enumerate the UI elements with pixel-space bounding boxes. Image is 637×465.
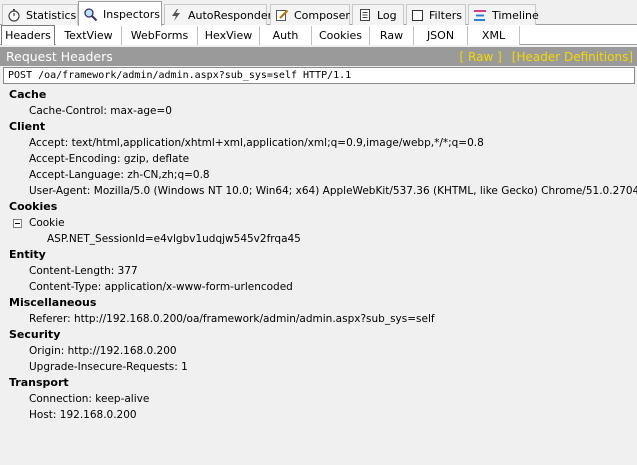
subtab-xml[interactable]: XML — [468, 26, 520, 45]
header-item[interactable]: Cache-Control: max-age=0 — [29, 103, 172, 119]
stopwatch-icon — [7, 8, 21, 23]
subtab-auth[interactable]: Auth — [260, 26, 312, 45]
headers-tree: Cache Cache-Control: max-age=0 Client Ac… — [0, 85, 637, 465]
raw-link[interactable]: [ Raw ] — [460, 50, 502, 64]
tab-filters-label: Filters — [429, 8, 462, 22]
lightning-icon — [169, 8, 183, 23]
timeline-bars-icon — [473, 8, 487, 23]
header-item[interactable]: Accept-Encoding: gzip, deflate — [29, 151, 189, 167]
compose-pencil-icon — [275, 8, 289, 23]
tab-autoresponder[interactable]: AutoResponder — [164, 4, 272, 25]
tab-statistics-label: Statistics — [26, 8, 77, 22]
header-item[interactable]: User-Agent: Mozilla/5.0 (Windows NT 10.0… — [29, 183, 637, 199]
header-definitions-link[interactable]: [Header Definitions] — [512, 50, 633, 64]
tab-inspectors[interactable]: Inspectors — [78, 1, 162, 26]
tab-inspectors-label: Inspectors — [103, 7, 161, 21]
checkbox-icon — [411, 8, 424, 23]
subtab-textview[interactable]: TextView — [56, 26, 122, 45]
cookie-node[interactable]: Cookie — [29, 215, 65, 231]
inspector-tab-strip: Statistics Inspectors AutoResponder Comp… — [0, 0, 637, 26]
group-entity[interactable]: Entity — [9, 247, 46, 263]
header-item[interactable]: Content-Type: application/x-www-form-url… — [29, 279, 293, 295]
tab-composer[interactable]: Composer — [270, 4, 350, 25]
tab-log-label: Log — [377, 8, 397, 22]
header-item[interactable]: Connection: keep-alive — [29, 391, 149, 407]
group-cache[interactable]: Cache — [9, 87, 46, 103]
group-cookies[interactable]: Cookies — [9, 199, 57, 215]
tab-autoresponder-label: AutoResponder — [188, 8, 273, 22]
header-item[interactable]: Origin: http://192.168.0.200 — [29, 343, 177, 359]
request-headers-bar: Request Headers [ Raw ] [Header Definiti… — [0, 47, 637, 66]
subtab-headers[interactable]: Headers — [1, 25, 55, 45]
subtab-json[interactable]: JSON — [414, 26, 468, 45]
header-item[interactable]: Accept-Language: zh-CN,zh;q=0.8 — [29, 167, 210, 183]
header-item[interactable]: Upgrade-Insecure-Requests: 1 — [29, 359, 188, 375]
group-client[interactable]: Client — [9, 119, 45, 135]
group-transport[interactable]: Transport — [9, 375, 69, 391]
subtab-raw[interactable]: Raw — [370, 26, 414, 45]
tab-statistics[interactable]: Statistics — [2, 4, 78, 25]
request-headers-title: Request Headers — [6, 49, 113, 64]
tab-timeline-label: Timeline — [492, 8, 539, 22]
tab-timeline[interactable]: Timeline — [468, 4, 539, 25]
group-security[interactable]: Security — [9, 327, 60, 343]
subtab-webforms[interactable]: WebForms — [122, 26, 198, 45]
inspector-subtab-strip: Headers TextView WebForms HexView Auth C… — [0, 25, 637, 45]
subtab-hexview[interactable]: HexView — [198, 26, 260, 45]
subtab-cookies[interactable]: Cookies — [312, 26, 370, 45]
header-item[interactable]: Host: 192.168.0.200 — [29, 407, 137, 423]
tab-filters[interactable]: Filters — [406, 4, 466, 25]
collapse-toggle-icon[interactable] — [13, 219, 22, 228]
header-item[interactable]: Referer: http://192.168.0.200/oa/framewo… — [29, 311, 435, 327]
magnifier-icon — [83, 7, 98, 22]
tab-log[interactable]: Log — [352, 4, 404, 25]
cookie-value[interactable]: ASP.NET_SessionId=e4vlgbv1udqjw545v2frqa… — [47, 231, 301, 247]
tab-composer-label: Composer — [294, 8, 350, 22]
header-item[interactable]: Accept: text/html,application/xhtml+xml,… — [29, 135, 484, 151]
group-miscellaneous[interactable]: Miscellaneous — [9, 295, 96, 311]
log-document-icon — [357, 8, 372, 23]
request-line: POST /oa/framework/admin/admin.aspx?sub_… — [3, 67, 635, 84]
header-item[interactable]: Content-Length: 377 — [29, 263, 138, 279]
